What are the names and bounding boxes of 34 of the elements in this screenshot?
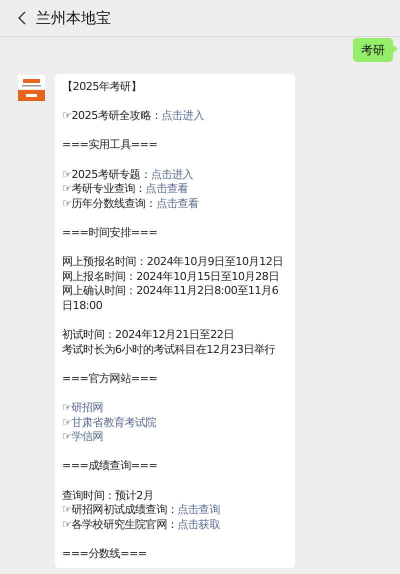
message-link[interactable]: 点击查询 [177,503,220,516]
message-text: ===分数线=== [62,547,148,562]
message-text: 初试时间：2024年12月21日至22日 [62,328,235,343]
message-text: 网上预报名时间：2024年10月9日至10月12日 [62,255,284,270]
message-text: ☞ [62,401,72,414]
message-link[interactable]: 点击进入 [161,109,204,122]
message-text: ☞2025考研全攻略： [62,109,162,122]
message-link[interactable]: 甘肃省教育考试院 [71,416,156,429]
message-text: ☞研招网初试成绩查询： [62,503,178,516]
message-link[interactable]: 研招网 [71,401,104,414]
message-text: ☞2025考研专题： [62,168,151,181]
message-text: 查询时间：预计2月 [62,488,154,504]
message-text: 网上报名时间：2024年10月15日至10月28日 [62,270,280,284]
message-text: ☞ [62,430,72,444]
message-text: ===时间安排=== [62,226,158,241]
message-link[interactable]: 点击查看 [146,182,188,196]
message-text: ☞各学校研究生院官网： [62,518,178,531]
sent-message: 考研 [353,38,393,62]
message-text: ☞考研专业查询： [62,182,146,196]
message-text: ☞历年分数线查询： [62,196,156,210]
message-text: ===成绩查询=== [62,459,158,474]
message-text: ☞ [62,416,72,429]
message-text: 考试时长为6小时的考试科目在12月23日举行 [62,342,276,358]
back-icon[interactable] [18,11,26,25]
message-link[interactable]: 学信网 [71,430,104,444]
message-text: ===官方网站=== [62,372,158,386]
message-link[interactable]: 点击查看 [156,196,199,210]
chat-title: 兰州本地宝 [36,8,111,29]
message-text: 网上确认时间：2024年11月2日8:00至11月6日18:00 [62,284,280,314]
message-link[interactable]: 点击获取 [177,518,220,531]
message-link[interactable]: 点击进入 [150,168,194,181]
message-text: 【2025年考研】 [62,80,142,95]
bubble-tail-icon [393,45,398,53]
message-text: ===实用工具=== [62,138,158,153]
